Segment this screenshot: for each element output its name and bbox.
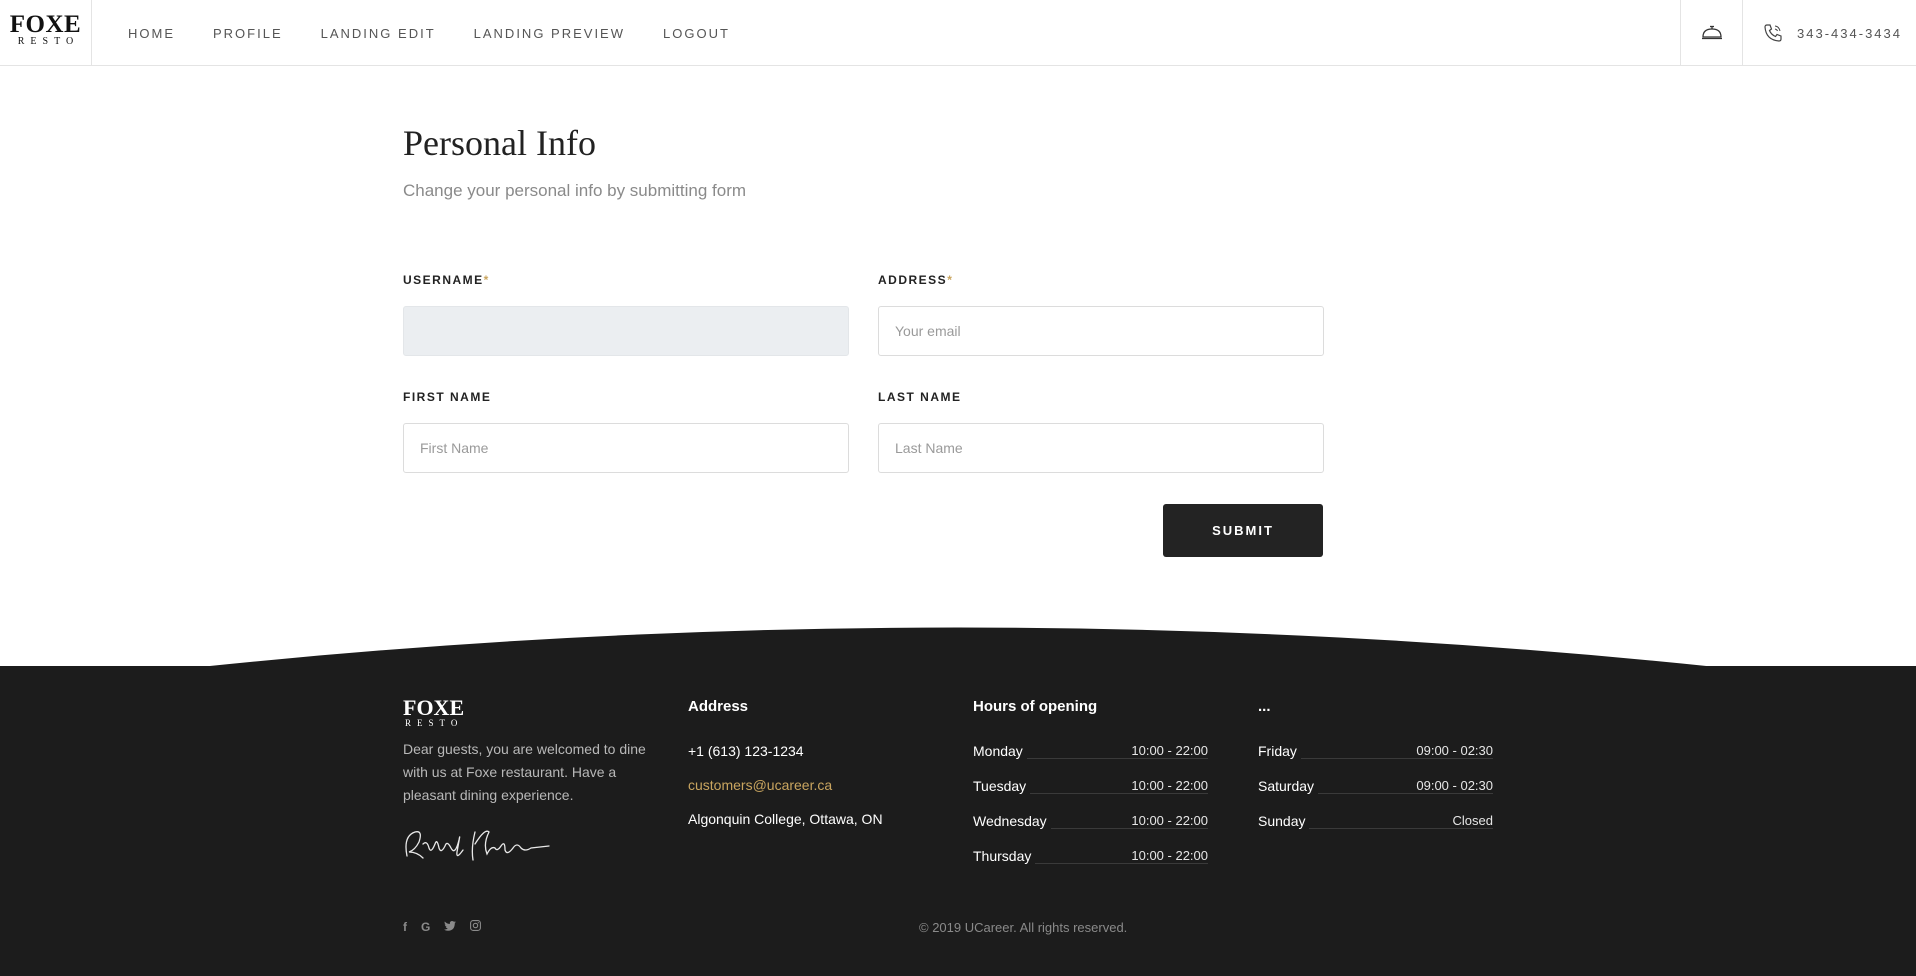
nav-logout[interactable]: LOGOUT [663, 26, 730, 41]
hours-time: 10:00 - 22:00 [1127, 813, 1208, 828]
nav-landing-preview[interactable]: LANDING PREVIEW [474, 26, 625, 41]
footer-description: Dear guests, you are welcomed to dine wi… [403, 741, 646, 803]
top-header: FOXE RESTO HOME PROFILE LANDING EDIT LAN… [0, 0, 1916, 66]
header-phone-number: 343-434-3434 [1797, 25, 1902, 41]
username-label: USERNAME* [403, 273, 490, 287]
address-label: ADDRESS* [878, 273, 953, 287]
instagram-icon[interactable] [470, 920, 482, 934]
footer-logo[interactable]: FOXE RESTO [403, 695, 483, 729]
footer-email-link[interactable]: customers@ucareer.ca [688, 777, 832, 793]
footer-curve [0, 627, 1916, 670]
phone-contact[interactable]: 343-434-3434 [1742, 0, 1916, 66]
hours-time: 10:00 - 22:00 [1127, 778, 1208, 793]
social-links: f G [403, 920, 495, 934]
footer-brand-sub: RESTO [405, 718, 464, 728]
header-right: 343-434-3434 [1680, 0, 1916, 66]
first-name-label: FIRST NAME [403, 390, 492, 404]
brand-name: FOXE [9, 11, 82, 38]
username-label-text: USERNAME [403, 273, 484, 287]
nav-home[interactable]: HOME [128, 26, 175, 41]
hours-day: Saturday [1258, 778, 1319, 794]
nav-profile[interactable]: PROFILE [213, 26, 283, 41]
page-subtitle: Change your personal info by submitting … [403, 181, 747, 200]
nav-landing-edit[interactable]: LANDING EDIT [321, 26, 436, 41]
hours-row: Tuesday 10:00 - 22:00 [973, 778, 1208, 798]
twitter-icon[interactable] [444, 920, 457, 934]
footer-location: Algonquin College, Ottawa, ON [688, 811, 883, 827]
hours-row: Friday 09:00 - 02:30 [1258, 743, 1493, 763]
hours-day: Sunday [1258, 813, 1310, 829]
footer: FOXE RESTO Dear guests, you are welcomed… [0, 666, 1916, 976]
footer-address-title: Address [688, 698, 749, 715]
hours-time: 10:00 - 22:00 [1127, 848, 1208, 863]
submit-button[interactable]: SUBMIT [1163, 504, 1323, 557]
footer-brand-name: FOXE [403, 695, 465, 720]
required-marker: * [947, 273, 954, 287]
hours-day: Tuesday [973, 778, 1031, 794]
phone-icon [1764, 24, 1782, 42]
hours-time: 09:00 - 02:30 [1412, 743, 1493, 758]
hours-time: 10:00 - 22:00 [1127, 743, 1208, 758]
hours-title-continued: ... [1258, 698, 1271, 715]
brand-logo[interactable]: FOXE RESTO [0, 0, 92, 66]
hours-row: Wednesday 10:00 - 22:00 [973, 813, 1208, 833]
hours-row: Thursday 10:00 - 22:00 [973, 848, 1208, 868]
hours-day: Monday [973, 743, 1027, 759]
required-marker: * [483, 273, 490, 287]
page-title: Personal Info [403, 123, 596, 163]
copyright-text: © 2019 UCareer. All rights reserved. [919, 920, 1128, 935]
service-bell-button[interactable] [1680, 0, 1742, 66]
last-name-label: LAST NAME [878, 390, 962, 404]
hours-time: 09:00 - 02:30 [1412, 778, 1493, 793]
username-field[interactable] [403, 306, 849, 356]
address-field[interactable] [878, 306, 1324, 356]
hours-row: Saturday 09:00 - 02:30 [1258, 778, 1493, 798]
signature-image [405, 830, 550, 861]
last-name-field[interactable] [878, 423, 1324, 473]
hours-row: Monday 10:00 - 22:00 [973, 743, 1208, 763]
hours-day: Friday [1258, 743, 1301, 759]
service-bell-icon [1701, 25, 1722, 40]
hours-row: Sunday Closed [1258, 813, 1493, 833]
hours-day: Wednesday [973, 813, 1051, 829]
hours-day: Thursday [973, 848, 1036, 864]
address-label-text: ADDRESS [878, 273, 948, 287]
first-name-field[interactable] [403, 423, 849, 473]
main-nav: HOME PROFILE LANDING EDIT LANDING PREVIE… [128, 0, 768, 66]
footer-phone[interactable]: +1 (613) 123-1234 [688, 743, 804, 759]
hours-title: Hours of opening [973, 698, 1098, 715]
hours-time: Closed [1448, 813, 1493, 828]
google-icon[interactable]: G [421, 920, 430, 934]
facebook-icon[interactable]: f [403, 920, 407, 934]
